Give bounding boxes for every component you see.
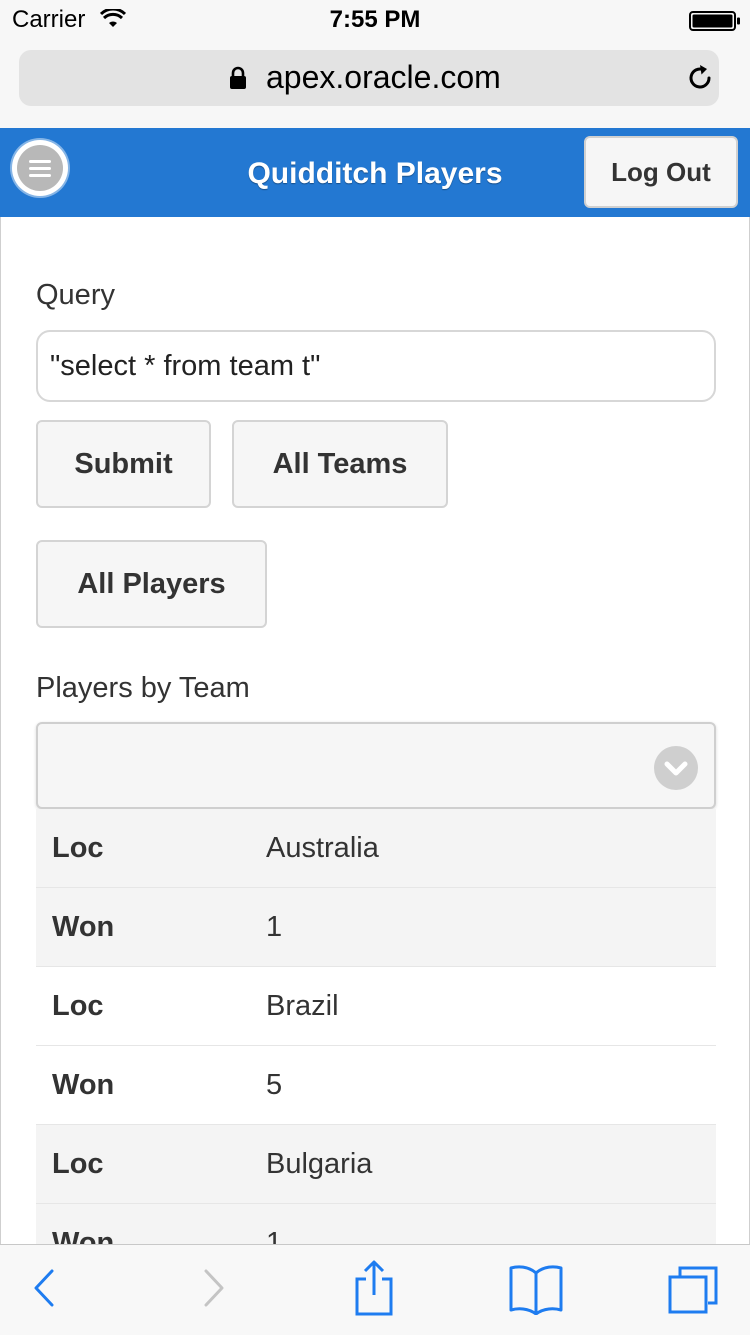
- tabs-icon[interactable]: [666, 1265, 720, 1315]
- team-table: Loc Australia Won 1 Loc Brazil Won 5 Loc…: [36, 809, 716, 1283]
- players-by-team-label: Players by Team: [36, 672, 250, 704]
- all-players-button[interactable]: All Players: [36, 540, 267, 628]
- row-key: Loc: [52, 990, 104, 1022]
- table-row: Loc Bulgaria: [36, 1125, 716, 1204]
- row-key: Loc: [52, 1148, 104, 1180]
- clock: 7:55 PM: [329, 6, 421, 33]
- log-out-button[interactable]: Log Out: [584, 136, 738, 208]
- content-panel: Query Submit All Teams All Players Playe…: [0, 217, 750, 1283]
- back-icon[interactable]: [30, 1263, 60, 1313]
- team-select[interactable]: [36, 722, 716, 809]
- submit-button[interactable]: Submit: [36, 420, 211, 508]
- chevron-down-icon: [654, 746, 698, 790]
- query-label: Query: [36, 279, 115, 311]
- row-key: Loc: [52, 832, 104, 864]
- main-content: Query Submit All Teams All Players Playe…: [0, 217, 750, 1283]
- row-value: Bulgaria: [266, 1148, 373, 1180]
- app-header: Quidditch Players Log Out: [0, 128, 750, 217]
- row-value: Brazil: [266, 990, 339, 1022]
- reload-icon[interactable]: [685, 63, 715, 93]
- lock-icon: [230, 66, 246, 89]
- row-value: 5: [266, 1069, 283, 1101]
- table-row: Loc Brazil: [36, 967, 716, 1046]
- row-key: Won: [52, 1069, 115, 1101]
- table-row: Won 1: [36, 888, 716, 967]
- row-key: Won: [52, 911, 115, 943]
- all-teams-button[interactable]: All Teams: [232, 420, 448, 508]
- row-value: Australia: [266, 832, 379, 864]
- share-icon[interactable]: [352, 1259, 396, 1317]
- row-value: 1: [266, 911, 283, 943]
- forward-icon[interactable]: [198, 1263, 228, 1313]
- url-text: apex.oracle.com: [266, 59, 501, 95]
- table-row: Won 5: [36, 1046, 716, 1125]
- battery-icon: [689, 11, 740, 31]
- address-bar[interactable]: apex.oracle.com: [19, 50, 719, 106]
- table-row: Loc Australia: [36, 809, 716, 888]
- query-input[interactable]: [36, 330, 716, 402]
- browser-toolbar: [0, 1244, 750, 1335]
- bookmarks-icon[interactable]: [508, 1263, 564, 1315]
- status-bar: Carrier 7:55 PM: [0, 0, 750, 40]
